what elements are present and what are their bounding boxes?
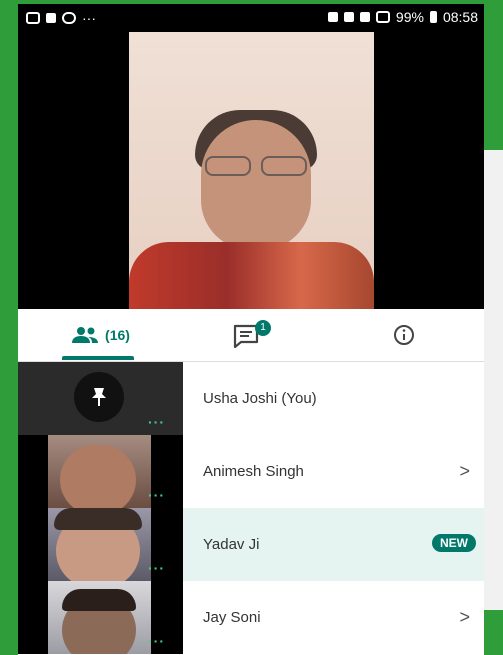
background-panel <box>484 150 503 610</box>
list-item[interactable]: ··· Animesh Singh > <box>18 435 484 508</box>
youtube-icon <box>46 13 56 23</box>
more-options-icon[interactable]: ··· <box>148 487 165 503</box>
tab-chat[interactable]: 1 <box>183 309 323 361</box>
participants-list: ··· Usha Joshi (You) ··· Animesh Singh > <box>18 362 484 655</box>
chevron-right-icon[interactable]: > <box>459 581 470 654</box>
link-icon <box>62 12 76 24</box>
more-options-icon[interactable]: ··· <box>148 414 165 430</box>
battery-icon <box>429 11 437 23</box>
people-icon <box>72 327 99 343</box>
participant-thumbnail: ··· <box>18 362 183 435</box>
chevron-right-icon[interactable]: > <box>459 435 470 508</box>
participant-name: Jay Soni <box>203 609 261 626</box>
participant-thumbnail: ··· <box>18 508 183 581</box>
tab-info[interactable] <box>323 309 484 361</box>
list-item[interactable]: ··· Jay Soni > <box>18 581 484 654</box>
info-icon <box>393 325 414 345</box>
meeting-tabs: (16) 1 <box>18 309 484 362</box>
participant-name: Usha Joshi (You) <box>203 390 317 407</box>
wifi-icon <box>343 12 354 22</box>
alarm-icon <box>327 12 338 22</box>
status-bar: ··· 99% 08:58 <box>18 4 484 32</box>
signal-icon <box>375 11 390 23</box>
participant-thumbnail: ··· <box>18 581 183 654</box>
participant-name: Animesh Singh <box>203 463 304 480</box>
pin-icon <box>92 388 106 406</box>
clock: 08:58 <box>442 9 478 25</box>
battery-level: 99% <box>395 9 424 25</box>
people-count: (16) <box>105 327 130 343</box>
new-badge: NEW <box>432 534 476 552</box>
list-item[interactable]: ··· Usha Joshi (You) <box>18 362 484 435</box>
list-item[interactable]: ··· Yadav Ji NEW <box>18 508 484 581</box>
more-notifications-icon: ··· <box>82 10 96 26</box>
participant-name: Yadav Ji <box>203 536 260 553</box>
active-tab-indicator <box>62 356 134 360</box>
whatsapp-icon <box>26 12 40 24</box>
chat-badge: 1 <box>255 320 271 336</box>
participant-thumbnail: ··· <box>18 435 183 508</box>
sim-icon <box>359 12 370 22</box>
main-video[interactable] <box>18 32 484 309</box>
more-options-icon[interactable]: ··· <box>148 560 165 576</box>
more-options-icon[interactable]: ··· <box>148 633 165 649</box>
speaker-video <box>129 32 374 309</box>
tab-people[interactable]: (16) <box>18 309 183 361</box>
phone-screen: ··· 99% 08:58 (16) 1 ··· Usha Joshi (You… <box>18 4 484 655</box>
